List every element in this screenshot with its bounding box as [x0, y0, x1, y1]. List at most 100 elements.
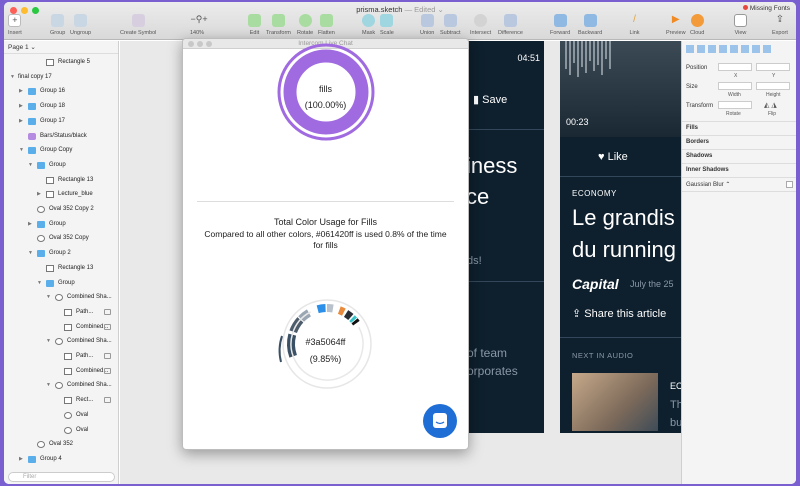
filter-input[interactable]: Filter	[8, 472, 115, 482]
missing-fonts-warning[interactable]: Missing Fonts	[742, 5, 790, 12]
layer-row[interactable]: ▶ Group 17	[4, 114, 119, 129]
disclosure-closed-icon[interactable]: ▶	[19, 114, 23, 129]
flatten-button[interactable]: Flatten	[318, 14, 335, 36]
layer-row[interactable]: ▼ Group	[4, 276, 119, 291]
align-middle-icon[interactable]	[730, 45, 738, 53]
difference-button[interactable]: Difference	[498, 14, 523, 36]
layer-row[interactable]: Rectangle 13	[4, 173, 119, 188]
gaussian-blur-checkbox[interactable]	[786, 181, 793, 188]
layer-row[interactable]: Rectangle 13	[4, 261, 119, 276]
disclosure-open-icon[interactable]: ▼	[28, 246, 33, 261]
insert-button[interactable]: + Insert	[8, 14, 22, 36]
height-field[interactable]	[756, 82, 790, 90]
boolean-op-icon[interactable]	[104, 397, 111, 404]
layer-row[interactable]: ▼ Combined Sha...	[4, 378, 119, 393]
save-button[interactable]: ▮ Save	[473, 93, 507, 106]
layer-row[interactable]: Oval	[4, 423, 119, 438]
layer-row[interactable]: Oval 352 Copy 2	[4, 202, 119, 217]
layer-row[interactable]: Oval 352	[4, 437, 119, 452]
layer-row[interactable]: ▼ Group Copy	[4, 143, 119, 158]
layer-row[interactable]: ▼ Combined Sha...	[4, 290, 119, 305]
layer-row[interactable]: Oval 352 Copy	[4, 231, 119, 246]
layer-row[interactable]: ▼ Combined Sha...	[4, 334, 119, 349]
video-thumbnail[interactable]: 00:23	[560, 41, 685, 137]
gaussian-blur-select[interactable]: Gaussian Blur ⌃	[686, 181, 730, 188]
layer-row[interactable]: Path...	[4, 349, 119, 364]
layer-row[interactable]: ▶ Group	[4, 217, 119, 232]
distribute-icon[interactable]	[752, 45, 760, 53]
inner-shadows-section[interactable]: Inner Shadows	[686, 167, 729, 173]
boolean-op-icon[interactable]	[104, 353, 111, 359]
x-field[interactable]	[718, 63, 752, 71]
disclosure-closed-icon[interactable]: ▶	[19, 99, 23, 114]
disclosure-closed-icon[interactable]: ▶	[19, 452, 23, 467]
layer-row[interactable]: Rectangle 5	[4, 55, 119, 70]
disclosure-open-icon[interactable]: ▼	[46, 378, 51, 393]
width-field[interactable]	[718, 82, 752, 90]
edit-button[interactable]: Edit	[248, 14, 261, 36]
fills-section[interactable]: Fills	[686, 125, 698, 131]
disclosure-open-icon[interactable]: ▼	[46, 290, 51, 305]
intersect-button[interactable]: Intersect	[470, 14, 491, 36]
shadows-section[interactable]: Shadows	[686, 153, 712, 159]
page-selector[interactable]: Page 1 ⌄	[4, 41, 118, 54]
disclosure-open-icon[interactable]: ▼	[46, 334, 51, 349]
layer-row[interactable]: ▶ Group 18	[4, 99, 119, 114]
layer-row[interactable]: ▼ final copy 17	[4, 70, 119, 85]
union-button[interactable]: Union	[420, 14, 434, 36]
y-field[interactable]	[756, 63, 790, 71]
align-bottom-icon[interactable]	[741, 45, 749, 53]
layer-row[interactable]: ▼ Group	[4, 158, 119, 173]
distribute-vertical-icon[interactable]	[763, 45, 771, 53]
zoom-control[interactable]: −⚲+ 140%	[190, 14, 208, 36]
subtract-button[interactable]: Subtract	[440, 14, 460, 36]
boolean-op-icon[interactable]	[104, 323, 111, 330]
artboard-1[interactable]: 04:51 ▮ Save iness ce ds! of team orpora…	[467, 41, 544, 433]
ungroup-button[interactable]: Ungroup	[70, 14, 91, 36]
rotate-field[interactable]	[718, 101, 752, 109]
audio-thumbnail[interactable]	[572, 373, 658, 431]
artboard-2[interactable]: 00:23 ♥ Like ECONOMY Le grandis du runni…	[560, 41, 685, 433]
disclosure-closed-icon[interactable]: ▶	[28, 217, 32, 232]
borders-section[interactable]: Borders	[686, 139, 709, 145]
layer-row[interactable]: Rect...	[4, 393, 119, 408]
flip-icon[interactable]: ◭ ◮	[764, 101, 777, 109]
align-center-icon[interactable]	[697, 45, 705, 53]
transform-button[interactable]: Transform	[266, 14, 291, 36]
scale-button[interactable]: Scale	[380, 14, 394, 36]
backward-button[interactable]: Backward	[578, 14, 602, 36]
align-left-icon[interactable]	[686, 45, 694, 53]
boolean-op-icon[interactable]	[104, 308, 111, 315]
layer-row[interactable]: Oval	[4, 408, 119, 423]
mask-button[interactable]: Mask	[362, 14, 375, 36]
boolean-op-icon[interactable]	[104, 367, 111, 374]
layer-row[interactable]: Combined...	[4, 364, 119, 379]
layer-row[interactable]: ▶ Group 4	[4, 452, 119, 467]
intercom-launcher-button[interactable]	[423, 404, 457, 438]
disclosure-closed-icon[interactable]: ▶	[19, 84, 23, 99]
layer-row[interactable]: Bars/Status/black	[4, 129, 119, 144]
layer-row[interactable]: Path...	[4, 305, 119, 320]
align-top-icon[interactable]	[719, 45, 727, 53]
rotate-button[interactable]: Rotate	[297, 14, 313, 36]
like-button[interactable]: ♥ Like	[598, 151, 628, 163]
export-button[interactable]: ⇪ Export	[772, 14, 788, 36]
layer-row[interactable]: ▶ Lecture_blue	[4, 187, 119, 202]
preview-button[interactable]: ▶ Preview	[666, 14, 686, 36]
disclosure-open-icon[interactable]: ▼	[10, 70, 15, 85]
align-right-icon[interactable]	[708, 45, 716, 53]
disclosure-open-icon[interactable]: ▼	[37, 276, 42, 291]
create-symbol-button[interactable]: Create Symbol	[120, 14, 156, 36]
layer-row[interactable]: ▼ Group 2	[4, 246, 119, 261]
layer-row[interactable]: Combined...	[4, 320, 119, 335]
disclosure-open-icon[interactable]: ▼	[19, 143, 24, 158]
cloud-button[interactable]: Cloud	[690, 14, 704, 36]
group-button[interactable]: Group	[50, 14, 65, 36]
forward-button[interactable]: Forward	[550, 14, 570, 36]
view-button[interactable]: View	[734, 14, 747, 36]
disclosure-closed-icon[interactable]: ▶	[37, 187, 41, 202]
disclosure-open-icon[interactable]: ▼	[28, 158, 33, 173]
layer-row[interactable]: ▶ Group 16	[4, 84, 119, 99]
share-button[interactable]: ⇪ Share this article	[572, 307, 666, 320]
link-button[interactable]: / Link	[628, 14, 641, 36]
